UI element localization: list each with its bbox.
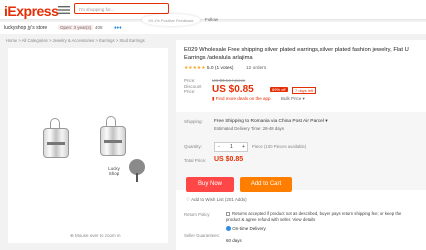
positive-feedback: 93.1% Positive Feedback [142, 14, 200, 26]
diamond-rank-icon: ♦♦♦ [114, 25, 122, 31]
search-input[interactable]: I'm shopping for... [74, 3, 169, 14]
off-badge: 69% off [270, 87, 288, 92]
on-time-delivery: On-time Delivery [226, 226, 266, 232]
aliexpress-logo[interactable]: iExpress [4, 3, 59, 19]
rating-votes: (1 votes) [214, 66, 234, 71]
original-price: US $3.14 / piece [212, 78, 246, 83]
return-policy-text: Returns accepted if product not as descr… [226, 211, 416, 223]
return-policy-body: Returns accepted if product not as descr… [226, 211, 402, 222]
bulk-price-link[interactable]: Bulk Price ▾ [281, 96, 305, 102]
wishlist-text: Add to Wish List (201 Adds) [191, 197, 247, 202]
shipping-method-text: Free Shipping to Romania via China Post … [214, 119, 324, 124]
price-label: Price: [184, 78, 196, 83]
quantity-label: Quantity: [184, 144, 203, 149]
bulk-price-text: Bulk Price [281, 96, 302, 101]
follow-button[interactable]: Follow [205, 17, 218, 22]
qty-plus-button[interactable]: + [242, 144, 245, 150]
store-open-badge: Open: 3 year(s) [58, 25, 94, 30]
breadcrumb[interactable]: Home > All Categories > Jewelry & Access… [6, 38, 145, 43]
product-detail-panel: E029 Wholesale Free shipping silver plat… [176, 40, 426, 250]
total-price: US $0.85 [214, 156, 244, 163]
chevron-down-icon: ▾ [325, 119, 328, 124]
store-feedback-count: 408 [95, 25, 103, 30]
earring-left-image [43, 128, 69, 158]
clock-icon [226, 226, 231, 232]
estimated-delivery: Estimated Delivery Time: 28-48 days [214, 126, 284, 131]
return-policy-label: Return Policy [184, 212, 210, 217]
shipping-label: Shipping: [184, 119, 203, 124]
product-title: E029 Wholesale Free shipping silver plat… [184, 47, 409, 61]
chevron-down-icon: ▾ [302, 96, 305, 101]
tree-logo-icon [129, 159, 145, 182]
seller-guarantees-label: Seller Guarantees: [184, 233, 220, 238]
product-image-panel[interactable]: Lucky Shop ⊕ Mouse over to zoom in [8, 48, 168, 243]
app-deals-link[interactable]: ▮ Find more deals on the app [212, 96, 271, 102]
pieces-available: Piece (100 Pieces available) [252, 144, 307, 149]
menu-icon[interactable] [58, 6, 70, 14]
delivery-days: 60 days [226, 238, 242, 243]
buy-now-button[interactable]: Buy Now [186, 177, 234, 192]
on-time-text: On-time Delivery [232, 226, 266, 231]
phone-icon: ▮ [212, 96, 215, 101]
discount-price: US $0.85 [212, 84, 254, 95]
heart-icon: ♡ [186, 197, 191, 202]
discount-label: Discount Price: [184, 84, 202, 94]
quantity-stepper[interactable]: - 1 + [214, 142, 248, 152]
rating-stars[interactable]: ★★★★★ 5.0 (1 votes) [184, 66, 234, 71]
days-left-badge: 7 days left [292, 87, 317, 94]
zoom-hint: ⊕ Mouse over to zoom in [70, 233, 121, 238]
add-to-wishlist-button[interactable]: ♡ Add to Wish List (201 Adds) [186, 197, 247, 203]
store-bar: luckyshop jy's store Open: 3 year(s) 408… [0, 22, 426, 34]
orders-count: 12 orders [246, 66, 267, 71]
total-price-label: Total Price: [184, 158, 207, 163]
earring-right-image [100, 126, 126, 156]
app-deal-text: Find more deals on the app [215, 96, 271, 101]
checkbox-icon [226, 211, 230, 216]
shipping-method[interactable]: Free Shipping to Romania via China Post … [214, 119, 328, 124]
watermark-text: Lucky Shop [108, 166, 120, 176]
add-to-cart-button[interactable]: Add to Cart [240, 177, 292, 192]
qty-value[interactable]: 1 [230, 144, 233, 150]
store-name[interactable]: luckyshop jy's store [4, 25, 47, 31]
qty-minus-button[interactable]: - [218, 144, 220, 150]
rating-value: 5.0 [206, 66, 214, 71]
